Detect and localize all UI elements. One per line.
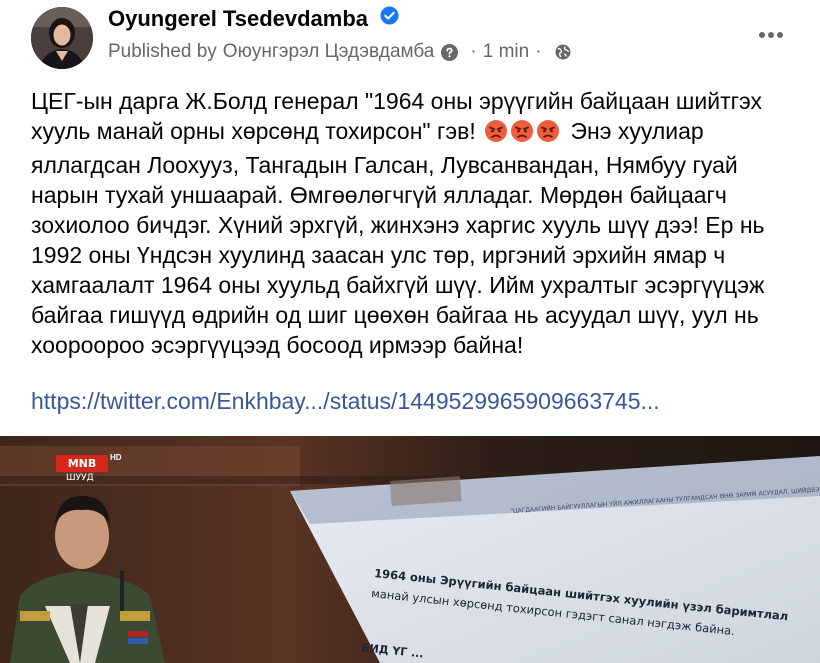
- angry-face-icon: [510, 119, 534, 150]
- post-text: ЦЕГ-ын дарга Ж.Болд генерал "1964 оны эр…: [31, 86, 811, 360]
- emoji-group: [484, 119, 560, 150]
- author-name-row: Oyungerel Tsedevdamba: [108, 6, 399, 32]
- channel-logo-box: MNB: [56, 455, 108, 472]
- more-horizontal-icon: [758, 26, 784, 44]
- video-player[interactable]: "ЦАГДААГИЙН БАЙГУУЛЛАГЫН ҮЙЛ АЖИЛЛАГААНЫ…: [0, 436, 820, 663]
- question-circle-icon[interactable]: [441, 43, 459, 61]
- post-link[interactable]: https://twitter.com/Enkhbay.../status/14…: [31, 388, 660, 415]
- published-prefix: Published by: [108, 41, 217, 62]
- meta-separator-2: ·: [535, 41, 542, 62]
- published-by-name[interactable]: Оюунгэрэл Цэдэвдамба: [223, 41, 435, 63]
- post-time[interactable]: 1 min: [483, 41, 529, 63]
- post-meta: Published by Оюунгэрэл Цэдэвдамба · 1 mi…: [108, 41, 571, 63]
- verified-badge-icon: [380, 5, 399, 31]
- facebook-post: Oyungerel Tsedevdamba Published by Оюунг…: [0, 0, 820, 663]
- post-paragraph: ЦЕГ-ын дарга Ж.Болд генерал "1964 оны эр…: [31, 86, 811, 360]
- live-label: ШУУД: [66, 473, 94, 483]
- channel-logo: MNB HD ШУУД: [56, 453, 122, 483]
- author-name[interactable]: Oyungerel Tsedevdamba: [108, 6, 368, 31]
- globe-icon[interactable]: [555, 44, 571, 60]
- hd-badge: HD: [110, 453, 122, 462]
- angry-face-icon: [536, 119, 560, 150]
- angry-face-icon: [484, 119, 508, 150]
- channel-logo-text: MNB: [56, 455, 108, 472]
- author-avatar[interactable]: [31, 7, 93, 69]
- post-text-part-2: Энэ хуулиар яллагдсан Лоохууз, Тангадын …: [31, 118, 765, 358]
- more-options-button[interactable]: [748, 18, 794, 52]
- meta-separator: ·: [470, 41, 477, 62]
